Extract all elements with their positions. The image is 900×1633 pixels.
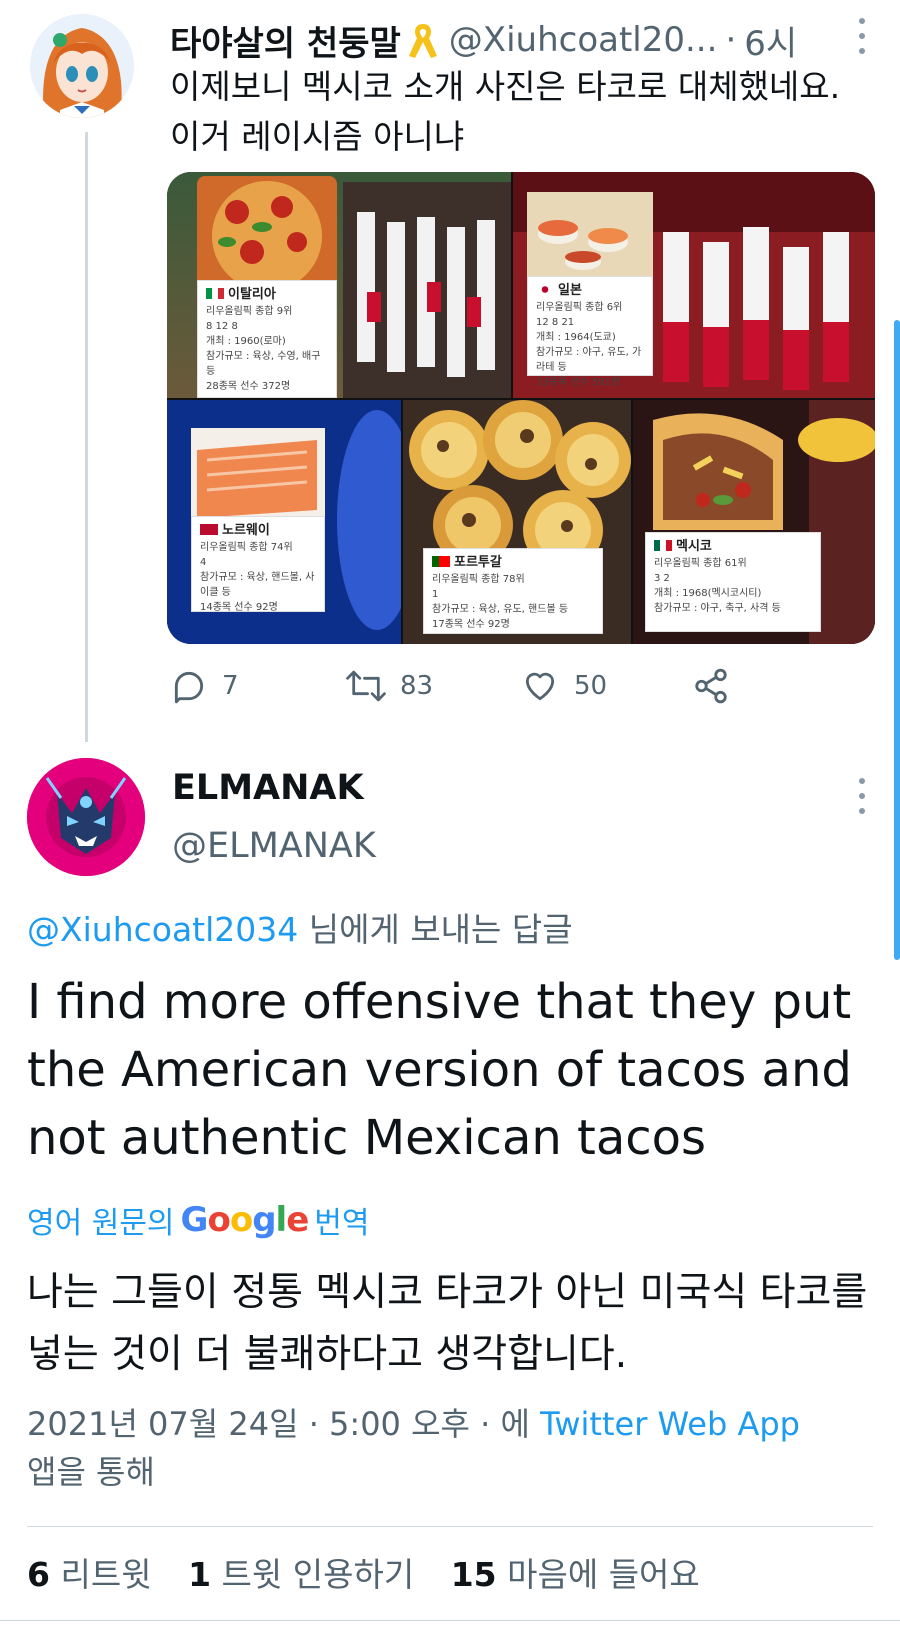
card-country: 멕시코: [676, 539, 712, 554]
like-icon: [525, 672, 555, 701]
tweet-metadata: 2021년 07월 24일 · 5:00 오후 · 에 Twitter Web …: [27, 1400, 877, 1496]
info-card-portugal: 포르투갈 리우올림픽 종합 78위 1 참가규모 : 육상, 유도, 핸드볼 등…: [423, 548, 603, 634]
display-name[interactable]: ELMANAK: [172, 768, 364, 808]
stat-count: 15: [450, 1555, 497, 1594]
card-medals: 8 12 8: [206, 321, 238, 332]
card-country: 일본: [558, 283, 582, 298]
timestamp[interactable]: 2021년 07월 24일 · 5:00 오후 · 에: [27, 1405, 540, 1443]
source-app-link[interactable]: Twitter Web App: [540, 1405, 800, 1443]
card-medals: 12 8 21: [536, 317, 575, 328]
card-medals: 3 2: [654, 573, 670, 584]
thread-connector-line: [85, 132, 88, 742]
display-name[interactable]: 타야살의 천둥말: [170, 16, 401, 64]
media-italy[interactable]: 이탈리아 리우올림픽 종합 9위 8 12 8 개최 : 1960(로마) 참가…: [167, 172, 511, 398]
handle[interactable]: @ELMANAK: [172, 826, 376, 866]
info-card-japan: 일본 리우올림픽 종합 6위 12 8 21 개최 : 1964(도쿄) 참가규…: [527, 276, 653, 388]
card-line: 참가규모 : 야구, 축구, 사격 등: [654, 603, 781, 614]
like-button[interactable]: 50: [520, 664, 607, 708]
retweet-icon: [346, 670, 386, 702]
handle[interactable]: @Xiuhcoatl20...: [449, 20, 718, 60]
media-norway[interactable]: 노르웨이 리우올림픽 종합 74위 4 참가규모 : 육상, 핸드볼, 사이클 …: [167, 400, 401, 644]
mexico-flag-icon: [654, 540, 672, 551]
reply-count: 7: [222, 671, 239, 701]
card-line: 28종목 선수 372명: [206, 381, 291, 392]
stat-count: 1: [188, 1555, 212, 1594]
retweets-stat[interactable]: 6 리트윗: [27, 1555, 152, 1594]
media-portugal[interactable]: 포르투갈 리우올림픽 종합 78위 1 참가규모 : 육상, 유도, 핸드볼 등…: [403, 400, 631, 644]
card-line: 참가규모 : 육상, 유도, 핸드볼 등: [432, 604, 569, 615]
retweet-count: 83: [400, 671, 434, 701]
card-line: 17종목 선수 92명: [432, 619, 510, 630]
card-line: 개최 : 1960(로마): [206, 336, 286, 347]
card-line: 리우올림픽 종합 6위: [536, 302, 623, 313]
card-line: 참가규모 : 육상, 수영, 배구 등: [206, 351, 321, 377]
source-suffix: 앱을 통해: [27, 1453, 155, 1491]
tweet-time[interactable]: 6시: [744, 16, 797, 64]
media-mexico[interactable]: 멕시코 리우올림픽 종합 61위 3 2 개최 : 1968(멕시코시티) 참가…: [633, 400, 875, 644]
italy-flag-icon: [206, 288, 224, 299]
share-icon: [695, 668, 727, 704]
likes-stat[interactable]: 15 마음에 들어요: [451, 1555, 700, 1594]
tweet-text: I find more offensive that they put the …: [27, 974, 852, 1166]
media-japan[interactable]: 일본 리우올림픽 종합 6위 12 8 21 개최 : 1964(도쿄) 참가규…: [513, 172, 875, 398]
reply-context: @Xiuhcoatl2034 님에게 보내는 답글: [27, 903, 573, 951]
norway-flag-icon: [200, 524, 218, 535]
portugal-flag-icon: [432, 556, 450, 567]
tweet-media-grid[interactable]: 이탈리아 리우올림픽 종합 9위 8 12 8 개최 : 1960(로마) 참가…: [167, 172, 875, 644]
reply-icon: [174, 671, 204, 704]
info-card-italy: 이탈리아 리우올림픽 종합 9위 8 12 8 개최 : 1960(로마) 참가…: [197, 280, 337, 398]
card-country: 이탈리아: [228, 287, 276, 302]
divider: [0, 1620, 900, 1621]
translate-suffix: 번역: [314, 1206, 370, 1241]
card-line: 개최 : 1964(도쿄): [536, 332, 616, 343]
tweet-action-bar: 7 83 50: [170, 664, 770, 708]
translation-attribution[interactable]: 영어 원문의 Google 번역: [27, 1198, 369, 1242]
tweet-detail-page: 타야살의 천둥말 @Xiuhcoatl20... · 6시 이제보니 멕시코 소…: [0, 0, 900, 1633]
card-country: 노르웨이: [222, 523, 270, 538]
card-line: 리우올림픽 종합 78위: [432, 574, 525, 585]
stat-label: 리트윗: [60, 1555, 152, 1594]
card-line: 33종목 선수 591명: [536, 377, 621, 388]
card-line: 14종목 선수 92명: [200, 602, 278, 613]
engagement-stats: 6 리트윗 1 트윗 인용하기 15 마음에 들어요: [27, 1548, 700, 1596]
divider: [27, 1526, 873, 1527]
card-medals: 4: [200, 557, 207, 568]
japan-flag-icon: [536, 284, 554, 295]
card-country: 포르투갈: [454, 555, 502, 570]
tweet-text: 이제보니 멕시코 소개 사진은 타코로 대체했네요. 이거 레이시즘 아니냐: [170, 67, 841, 156]
translate-prefix: 영어 원문의: [27, 1206, 175, 1241]
stat-label: 트윗 인용하기: [221, 1555, 415, 1594]
yellow-ribbon-icon: [408, 24, 437, 58]
google-logo: Google: [180, 1200, 310, 1240]
card-line: 참가규모 : 야구, 유도, 가라테 등: [536, 347, 642, 373]
more-icon[interactable]: [852, 18, 872, 54]
reply-button[interactable]: 7: [170, 664, 239, 708]
scrollbar[interactable]: [894, 320, 900, 960]
card-line: 리우올림픽 종합 74위: [200, 542, 293, 553]
info-card-norway: 노르웨이 리우올림픽 종합 74위 4 참가규모 : 육상, 핸드볼, 사이클 …: [191, 516, 325, 613]
stat-label: 마음에 들어요: [507, 1555, 700, 1594]
card-line: 리우올림픽 종합 61위: [654, 558, 747, 569]
reply-suffix: 님에게 보내는 답글: [298, 910, 573, 949]
card-medals: 1: [432, 589, 439, 600]
card-line: 개최 : 1968(멕시코시티): [654, 588, 762, 599]
avatar[interactable]: [27, 758, 145, 876]
like-count: 50: [574, 671, 608, 701]
time-separator: ·: [725, 20, 737, 60]
translated-text: 나는 그들이 정통 멕시코 타코가 아닌 미국식 타코를 넣는 것이 더 불쾌하…: [27, 1270, 868, 1377]
tweet1-header: 타야살의 천둥말 @Xiuhcoatl20... · 6시: [170, 16, 830, 64]
reply-mention-link[interactable]: @Xiuhcoatl2034: [27, 910, 298, 949]
more-icon[interactable]: [852, 778, 872, 814]
retweet-button[interactable]: 83: [346, 664, 433, 708]
info-card-mexico: 멕시코 리우올림픽 종합 61위 3 2 개최 : 1968(멕시코시티) 참가…: [645, 532, 821, 632]
card-line: 리우올림픽 종합 9위: [206, 306, 293, 317]
quote-tweets-stat[interactable]: 1 트윗 인용하기: [188, 1555, 414, 1594]
stat-count: 6: [27, 1555, 50, 1594]
share-button[interactable]: [692, 664, 730, 708]
avatar[interactable]: [30, 14, 134, 118]
card-line: 참가규모 : 육상, 핸드볼, 사이클 등: [200, 572, 315, 598]
